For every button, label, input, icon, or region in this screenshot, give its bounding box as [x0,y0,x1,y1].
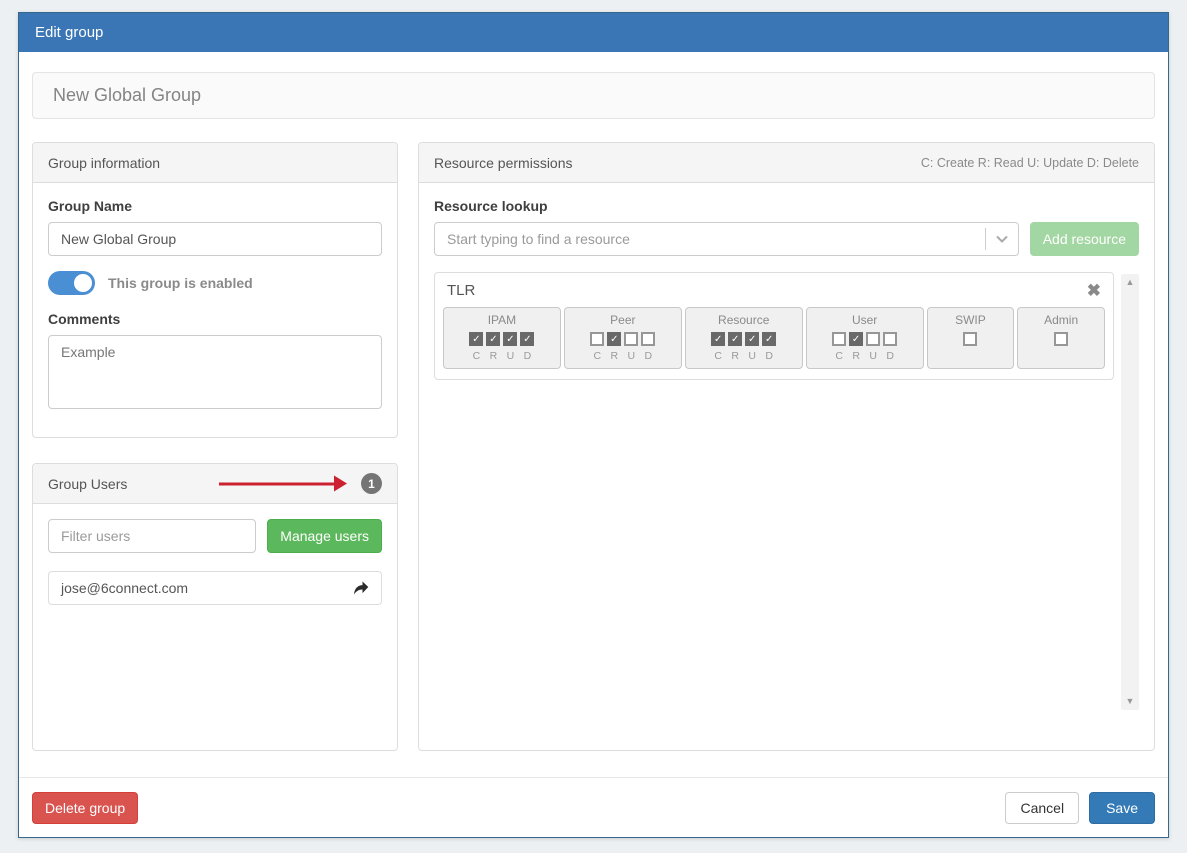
group-users-list: jose@6connect.com [48,571,382,605]
permission-category-label: Resource [692,313,796,327]
permission-category-label: Admin [1024,313,1098,327]
save-button[interactable]: Save [1089,792,1155,824]
permission-cell-admin: Admin [1017,307,1105,369]
scroll-up-icon[interactable]: ▲ [1126,278,1135,287]
unchecked-checkbox[interactable] [1054,332,1068,346]
remove-resource-icon[interactable]: ✖ [1087,282,1101,299]
crud-legend: C: Create R: Read U: Update D: Delete [921,156,1139,170]
resource-permissions-panel: Resource permissions C: Create R: Read U… [418,142,1155,751]
unchecked-checkbox[interactable] [590,332,604,346]
checked-checkbox[interactable]: ✓ [849,332,863,346]
resource-scroll-area: TLR✖IPAM✓✓✓✓CRUDPeer✓CRUDResource✓✓✓✓CRU… [434,272,1139,732]
user-list-item[interactable]: jose@6connect.com [48,571,382,605]
checked-checkbox[interactable]: ✓ [711,332,725,346]
edit-group-modal: Edit group New Global Group Group inform… [18,12,1169,838]
checked-checkbox[interactable]: ✓ [607,332,621,346]
group-users-panel: Group Users 1 Manage users jose@6connect… [32,463,398,751]
resource-lookup-combo [434,222,1019,256]
permission-category-label: SWIP [934,313,1008,327]
permission-category-label: Peer [571,313,675,327]
annotation-arrow [219,482,335,485]
unchecked-checkbox[interactable] [832,332,846,346]
unchecked-checkbox[interactable] [624,332,638,346]
resource-name: TLR [447,282,475,299]
resource-card: TLR✖IPAM✓✓✓✓CRUDPeer✓CRUDResource✓✓✓✓CRU… [434,272,1114,380]
group-users-header: Group Users [48,476,127,492]
checked-checkbox[interactable]: ✓ [469,332,483,346]
group-name-label: Group Name [48,198,382,214]
unchecked-checkbox[interactable] [883,332,897,346]
group-information-panel: Group information Group Name This group … [32,142,398,438]
checked-checkbox[interactable]: ✓ [520,332,534,346]
vertical-scrollbar[interactable]: ▲ ▼ [1121,274,1139,710]
filter-users-input[interactable] [48,519,256,553]
permission-cell-resource: Resource✓✓✓✓CRUD [685,307,803,369]
checked-checkbox[interactable]: ✓ [762,332,776,346]
toggle-knob [72,272,94,294]
permission-cell-peer: Peer ✓ CRUD [564,307,682,369]
chevron-down-icon[interactable] [986,235,1018,243]
unchecked-checkbox[interactable] [866,332,880,346]
group-information-header: Group information [48,155,160,171]
user-count-badge: 1 [361,473,382,494]
permission-cell-ipam: IPAM✓✓✓✓CRUD [443,307,561,369]
group-enabled-label: This group is enabled [108,275,253,291]
checked-checkbox[interactable]: ✓ [728,332,742,346]
checked-checkbox[interactable]: ✓ [486,332,500,346]
permission-row: IPAM✓✓✓✓CRUDPeer✓CRUDResource✓✓✓✓CRUDUse… [443,307,1105,369]
manage-users-button[interactable]: Manage users [267,519,382,553]
resource-list: TLR✖IPAM✓✓✓✓CRUDPeer✓CRUDResource✓✓✓✓CRU… [434,272,1114,380]
comments-label: Comments [48,311,382,327]
resource-permissions-header: Resource permissions [434,155,573,171]
scroll-down-icon[interactable]: ▼ [1126,697,1135,706]
modal-footer: Delete group Cancel Save [19,777,1168,837]
comments-textarea[interactable]: Example [48,335,382,409]
permission-category-label: IPAM [450,313,554,327]
user-email: jose@6connect.com [61,580,188,596]
unchecked-checkbox[interactable] [963,332,977,346]
checked-checkbox[interactable]: ✓ [745,332,759,346]
delete-group-button[interactable]: Delete group [32,792,138,824]
modal-body: New Global Group Group information Group… [19,72,1168,751]
group-enabled-toggle[interactable] [48,271,95,295]
unchecked-checkbox[interactable] [641,332,655,346]
permission-cell-user: User ✓ CRUD [806,307,924,369]
resource-lookup-input[interactable] [435,225,985,253]
crud-letters: CRUD [813,350,917,362]
add-resource-button[interactable]: Add resource [1030,222,1139,256]
group-title: New Global Group [32,72,1155,119]
crud-letters: CRUD [692,350,796,362]
share-user-icon[interactable] [352,581,369,596]
crud-letters: CRUD [571,350,675,362]
checked-checkbox[interactable]: ✓ [503,332,517,346]
crud-letters: CRUD [450,350,554,362]
permission-cell-swip: SWIP [927,307,1015,369]
modal-title: Edit group [19,13,1168,52]
cancel-button[interactable]: Cancel [1005,792,1079,824]
group-name-input[interactable] [48,222,382,256]
resource-lookup-label: Resource lookup [434,198,1139,214]
permission-category-label: User [813,313,917,327]
